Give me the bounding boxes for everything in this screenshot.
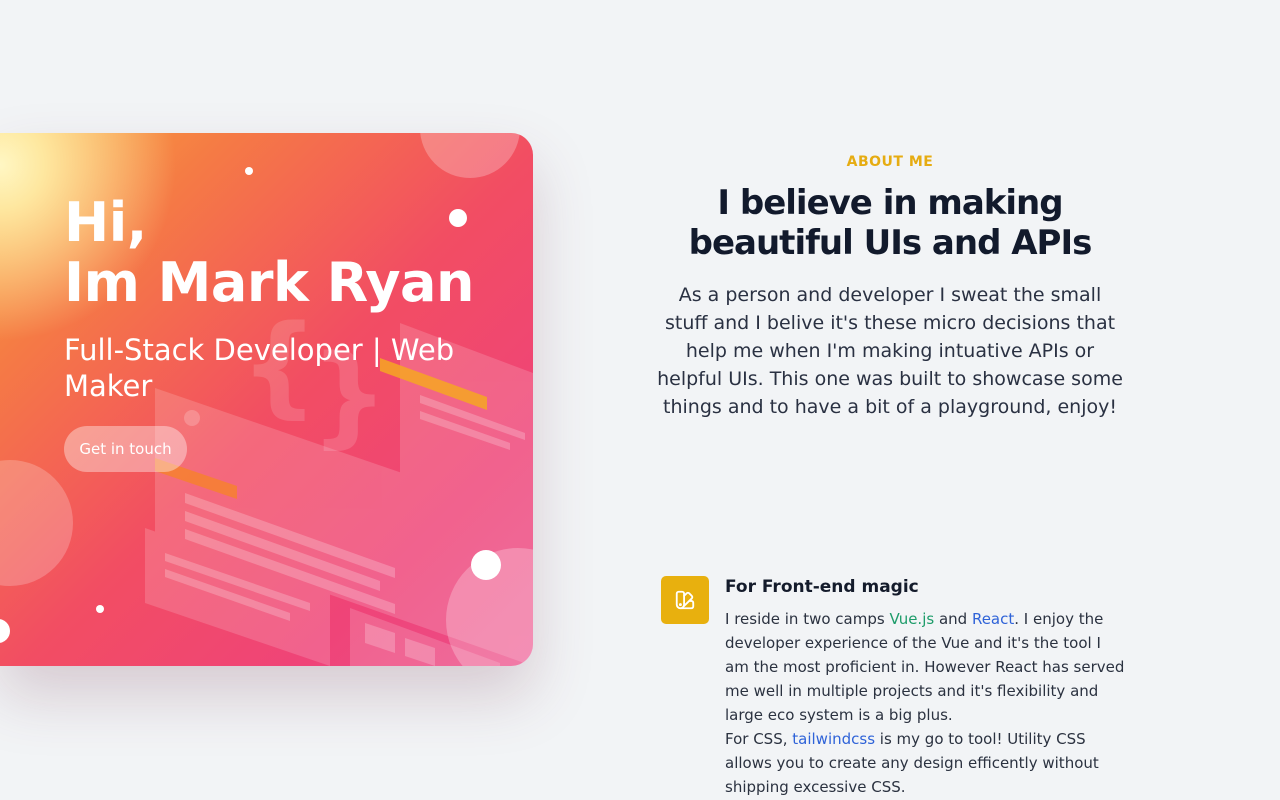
- hero-name: Im Mark Ryan: [64, 251, 474, 314]
- about-eyebrow: ABOUT ME: [846, 154, 934, 170]
- about-title: I believe in making beautiful UIs and AP…: [640, 183, 1140, 263]
- feature-text: I reside in two camps Vue.js and React. …: [725, 607, 1125, 799]
- about-title-line2: beautiful UIs and APIs: [688, 223, 1093, 263]
- vuejs-link[interactable]: Vue.js: [889, 610, 934, 628]
- hero-heading: Hi, Im Mark Ryan: [64, 193, 474, 313]
- tailwindcss-link[interactable]: tailwindcss: [792, 730, 875, 748]
- about-title-line1: I believe in making: [717, 183, 1063, 223]
- get-in-touch-button[interactable]: Get in touch: [64, 426, 187, 472]
- feature-text-part: For CSS,: [725, 730, 793, 748]
- feature-text-part: and: [934, 610, 972, 628]
- feature-title: For Front-end magic: [725, 577, 919, 597]
- feature-text-part: I reside in two camps: [725, 610, 890, 628]
- about-body: As a person and developer I sweat the sm…: [657, 284, 1123, 418]
- react-link[interactable]: React: [972, 610, 1014, 628]
- hero-subtitle: Full-Stack Developer | Web Maker: [64, 333, 455, 403]
- swatch-icon: [661, 576, 709, 624]
- hero-card: { } Hi, Im Mark Ryan Full-Stack Develope…: [0, 133, 533, 666]
- hero-greeting: Hi,: [64, 191, 147, 254]
